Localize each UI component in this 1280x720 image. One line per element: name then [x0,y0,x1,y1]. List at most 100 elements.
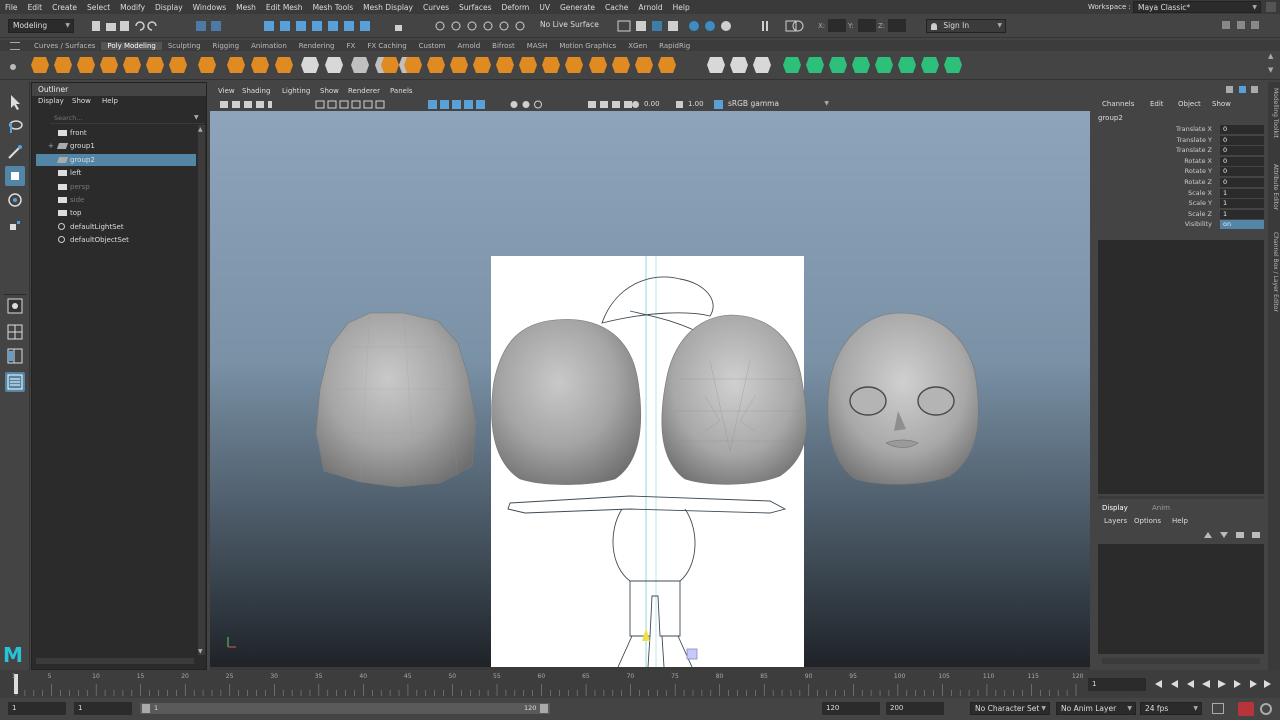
range-bar[interactable]: 1 120 [140,703,550,714]
playback-end-field[interactable]: 120 [822,702,880,715]
scroll-down-icon[interactable]: ▼ [198,648,203,655]
viewport-menu-panels[interactable]: Panels [390,87,413,95]
side-tab-channel-box-layer-editor[interactable]: Channel Box / Layer Editor [1269,232,1279,312]
outliner-item-left[interactable]: left [36,167,196,179]
shelf-tab-curves-surfaces[interactable]: Curves / Surfaces [28,42,101,50]
menu-edit-mesh[interactable]: Edit Mesh [261,3,308,12]
outliner-item-defaultobjectset[interactable]: defaultObjectSet [36,234,196,246]
channel-label-visibility[interactable]: Visibility [1102,220,1212,228]
shelf-tab-bifrost[interactable]: Bifrost [486,42,521,50]
channel-label-rotate-y[interactable]: Rotate Y [1102,167,1212,175]
animation-start-field[interactable]: 1 [8,702,66,715]
layer-hscrollbar[interactable] [1102,658,1260,664]
shelf-tab-xgen[interactable]: XGen [622,42,653,50]
outliner-item-persp[interactable]: persp [36,181,196,193]
expand-plus-icon[interactable]: + [48,140,54,152]
channel-box-menu-channels[interactable]: Channels [1102,100,1134,108]
outliner-menu-help[interactable]: Help [102,97,118,108]
layer-editor-icons[interactable] [1202,530,1266,540]
menu-uv[interactable]: UV [534,3,555,12]
character-set-selector[interactable]: No Character Set ▼ [970,702,1050,715]
key-record-icon[interactable] [1238,702,1254,716]
channel-value-translate-y[interactable]: 0 [1220,135,1264,145]
channel-box-menu-edit[interactable]: Edit [1150,100,1164,108]
channel-value-scale-y[interactable]: 1 [1220,199,1264,209]
shelf-tab-rigging[interactable]: Rigging [207,42,246,50]
menu-edit[interactable]: Edit [23,3,48,12]
search-options-icon[interactable]: ▼ [194,114,199,121]
shelf-tab-poly-modeling[interactable]: Poly Modeling [101,41,162,50]
channel-label-scale-y[interactable]: Scale Y [1102,199,1212,207]
exposure-icon[interactable] [632,101,639,108]
outliner-layout-icon[interactable] [5,372,25,392]
menu-generate[interactable]: Generate [555,3,600,12]
sign-in-button[interactable]: Sign In ▼ [926,19,1006,33]
fps-selector[interactable]: 24 fps ▼ [1140,702,1202,715]
channel-label-rotate-x[interactable]: Rotate X [1102,157,1212,165]
panel-settings-icon[interactable] [1220,19,1270,31]
layer-tab-display[interactable]: Display [1102,504,1128,512]
outliner-scrollbar[interactable] [198,125,205,655]
auto-key-icon[interactable] [1212,703,1224,714]
shelf-tab-motion-graphics[interactable]: Motion Graphics [553,42,622,50]
render-icons[interactable] [614,18,804,34]
channel-value-rotate-y[interactable]: 0 [1220,167,1264,177]
side-tab-modelling-toolkit[interactable]: Modelling Toolkit [1269,88,1279,138]
channel-value-visibility[interactable]: on [1220,220,1264,230]
playback-controls[interactable] [1150,678,1276,690]
range-start-handle[interactable] [142,704,150,713]
move-tool-icon[interactable] [5,166,25,186]
persp-outliner-layout-icon[interactable] [5,346,25,366]
viewport-menu-shading[interactable]: Shading [242,87,270,95]
color-management-icon[interactable] [714,100,723,109]
exposure-field[interactable]: 0.00 [644,99,668,110]
gamma-field[interactable]: 1.00 [688,99,712,110]
viewport-tool-icons[interactable] [216,99,636,110]
shelf-tab-mash[interactable]: MASH [521,42,554,50]
outliner-item-group1[interactable]: + group1 [36,140,196,152]
outliner-item-group2[interactable]: group2 [36,153,196,166]
menubar-expand-icon[interactable] [1266,2,1276,12]
outliner-item-front[interactable]: front [36,127,196,139]
viewport-menu-renderer[interactable]: Renderer [348,87,380,95]
outliner-menu-show[interactable]: Show [72,97,91,108]
outliner-item-top[interactable]: top [36,207,196,219]
menu-windows[interactable]: Windows [188,3,231,12]
menu-arnold[interactable]: Arnold [633,3,667,12]
channel-label-scale-z[interactable]: Scale Z [1102,210,1212,218]
menu-deform[interactable]: Deform [496,3,534,12]
channel-label-translate-z[interactable]: Translate Z [1102,146,1212,154]
scale-tool-icon[interactable] [5,216,25,236]
current-frame-field[interactable]: 1 [1088,678,1146,691]
scroll-up-icon[interactable]: ▲ [198,126,203,133]
animation-end-field[interactable]: 200 [886,702,944,715]
menu-select[interactable]: Select [82,3,115,12]
range-end-handle[interactable] [540,704,548,713]
channel-box-toolbar-icons[interactable] [1226,86,1264,95]
channel-value-scale-z[interactable]: 1 [1220,209,1264,219]
preferences-icon[interactable] [1260,703,1272,715]
select-tool-icon[interactable] [5,92,25,112]
shelf-tab-sculpting[interactable]: Sculpting [162,42,207,50]
menu-create[interactable]: Create [47,3,82,12]
channel-label-translate-x[interactable]: Translate X [1102,125,1212,133]
shelf-tab-fx-caching[interactable]: FX Caching [361,42,412,50]
menu-curves[interactable]: Curves [418,3,454,12]
menu-surfaces[interactable]: Surfaces [454,3,496,12]
viewport-menu-show[interactable]: Show [320,87,339,95]
channel-value-rotate-x[interactable]: 0 [1220,156,1264,166]
channel-value-translate-x[interactable]: 0 [1220,125,1264,134]
channel-label-rotate-z[interactable]: Rotate Z [1102,178,1212,186]
shelf-tab-rapidrig[interactable]: RapidRig [653,42,696,50]
gamma-icon[interactable] [676,101,683,108]
channel-value-rotate-z[interactable]: 0 [1220,178,1264,187]
channel-label-translate-y[interactable]: Translate Y [1102,136,1212,144]
menu-display[interactable]: Display [150,3,188,12]
layer-menu-options[interactable]: Options [1134,517,1161,525]
menu-modify[interactable]: Modify [115,3,150,12]
shelf-scroll-up-icon[interactable]: ▲ [1268,52,1273,60]
outliner-menu-display[interactable]: Display [38,97,64,108]
side-tab-attribute-editor[interactable]: Attribute Editor [1269,164,1279,210]
color-space-selector[interactable]: sRGB gamma ▼ [724,98,832,110]
layer-tab-anim[interactable]: Anim [1152,504,1170,512]
